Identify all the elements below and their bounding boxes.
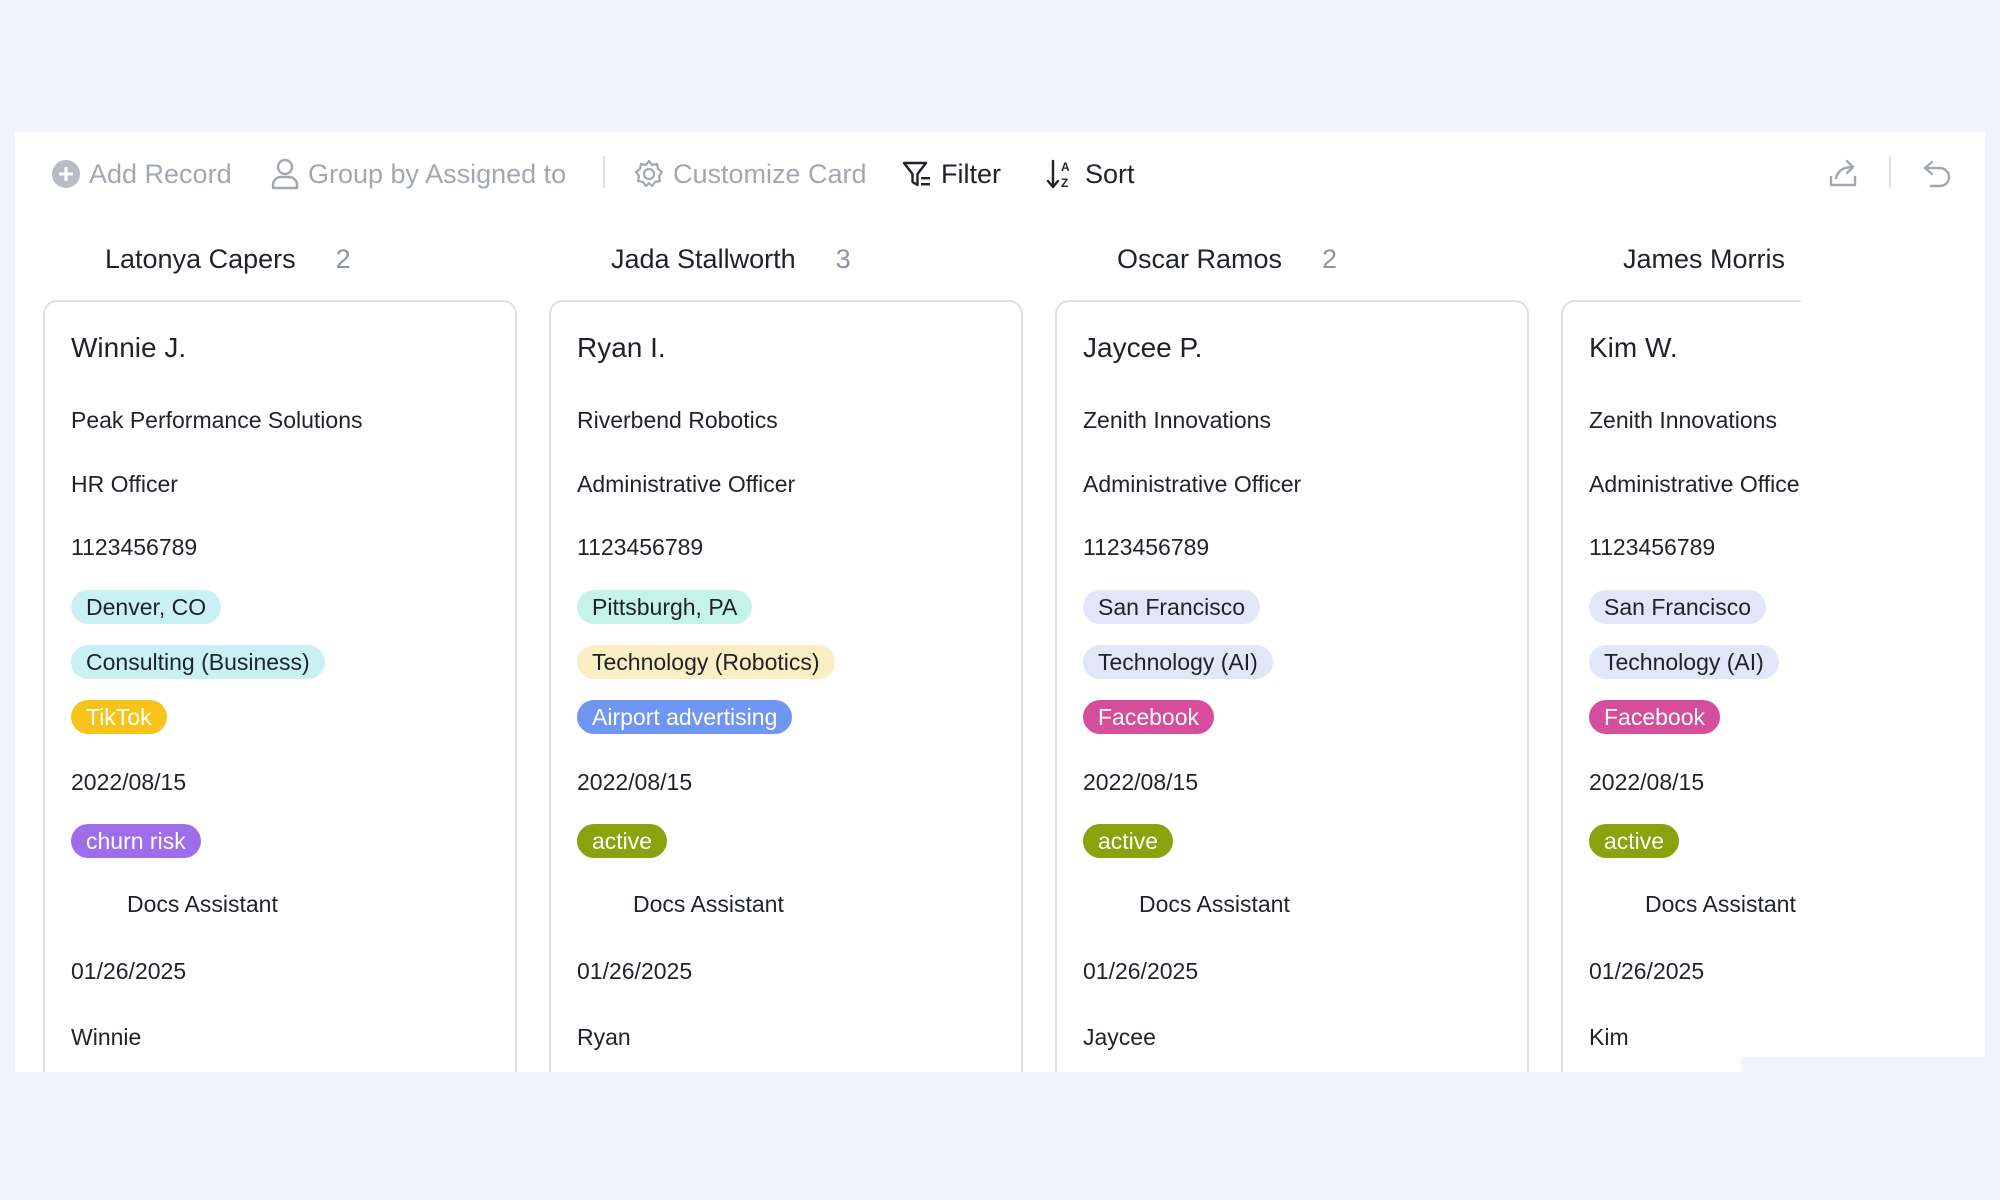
toolbar-divider-right (1889, 156, 1891, 188)
location-tag: Denver, CO (71, 590, 222, 624)
status-tag: churn risk (71, 824, 201, 858)
status-tag: active (577, 824, 668, 858)
status-tag: active (1083, 824, 1174, 858)
card-name: Ryan I. (577, 332, 666, 363)
channel-tag: Facebook (1589, 700, 1721, 734)
share-icon[interactable] (1827, 156, 1861, 190)
card-name: Winnie J. (71, 332, 187, 363)
card-date: 2022/08/15 (71, 769, 187, 795)
industry-tag: Technology (Robotics) (577, 645, 835, 679)
kanban-panel: Add Record Group by Assigned to Customiz… (15, 132, 1985, 1072)
card-viewport: Winnie J. Peak Performance Solutions HR … (15, 132, 1801, 1072)
record-card[interactable]: Jaycee P. Zenith Innovations Administrat… (1055, 300, 1529, 1072)
location-tag: Pittsburgh, PA (577, 590, 753, 624)
status-tag: active (1589, 824, 1680, 858)
card-title: Administrative Officer (1083, 471, 1302, 497)
industry-tag: Technology (AI) (1083, 645, 1273, 679)
card-company: Peak Performance Solutions (71, 407, 363, 433)
industry-tag: Technology (AI) (1589, 645, 1779, 679)
channel-tag: Airport advertising (577, 700, 793, 734)
card-date-2: 01/26/2025 (577, 958, 693, 984)
card-date: 2022/08/15 (1083, 769, 1199, 795)
card-assistant: Docs Assistant (1139, 891, 1290, 917)
card-first-name: Winnie (71, 1024, 142, 1050)
card-assistant: Docs Assistant (633, 891, 784, 917)
channel-tag: Facebook (1083, 700, 1215, 734)
card-phone: 1123456789 (577, 534, 704, 560)
card-title: Administrative Officer (1589, 471, 1801, 497)
card-name: Kim W. (1589, 332, 1678, 363)
industry-tag: Consulting (Business) (71, 645, 325, 679)
record-card[interactable]: Ryan I. Riverbend Robotics Administrativ… (549, 300, 1023, 1072)
card-date: 2022/08/15 (577, 769, 693, 795)
card-title: HR Officer (71, 471, 178, 497)
card-first-name: Kim (1589, 1024, 1629, 1050)
undo-icon[interactable] (1921, 156, 1955, 190)
location-tag: San Francisco (1083, 590, 1261, 624)
card-company: Zenith Innovations (1589, 407, 1777, 433)
card-company: Zenith Innovations (1083, 407, 1271, 433)
card-date-2: 01/26/2025 (1083, 958, 1199, 984)
card-assistant: Docs Assistant (127, 891, 278, 917)
panel-corner (1741, 1057, 1985, 1073)
card-date: 2022/08/15 (1589, 769, 1705, 795)
card-phone: 1123456789 (1589, 534, 1716, 560)
channel-tag: TikTok (71, 700, 167, 734)
card-first-name: Jaycee (1083, 1024, 1156, 1050)
card-first-name: Ryan (577, 1024, 631, 1050)
record-card[interactable]: Kim W. Zenith Innovations Administrative… (1561, 300, 1801, 1072)
card-phone: 1123456789 (71, 534, 198, 560)
record-card[interactable]: Winnie J. Peak Performance Solutions HR … (43, 300, 517, 1072)
card-phone: 1123456789 (1083, 534, 1210, 560)
card-name: Jaycee P. (1083, 332, 1203, 363)
card-date-2: 01/26/2025 (71, 958, 187, 984)
card-date-2: 01/26/2025 (1589, 958, 1705, 984)
card-title: Administrative Officer (577, 471, 796, 497)
card-company: Riverbend Robotics (577, 407, 778, 433)
card-assistant: Docs Assistant (1645, 891, 1796, 917)
location-tag: San Francisco (1589, 590, 1767, 624)
